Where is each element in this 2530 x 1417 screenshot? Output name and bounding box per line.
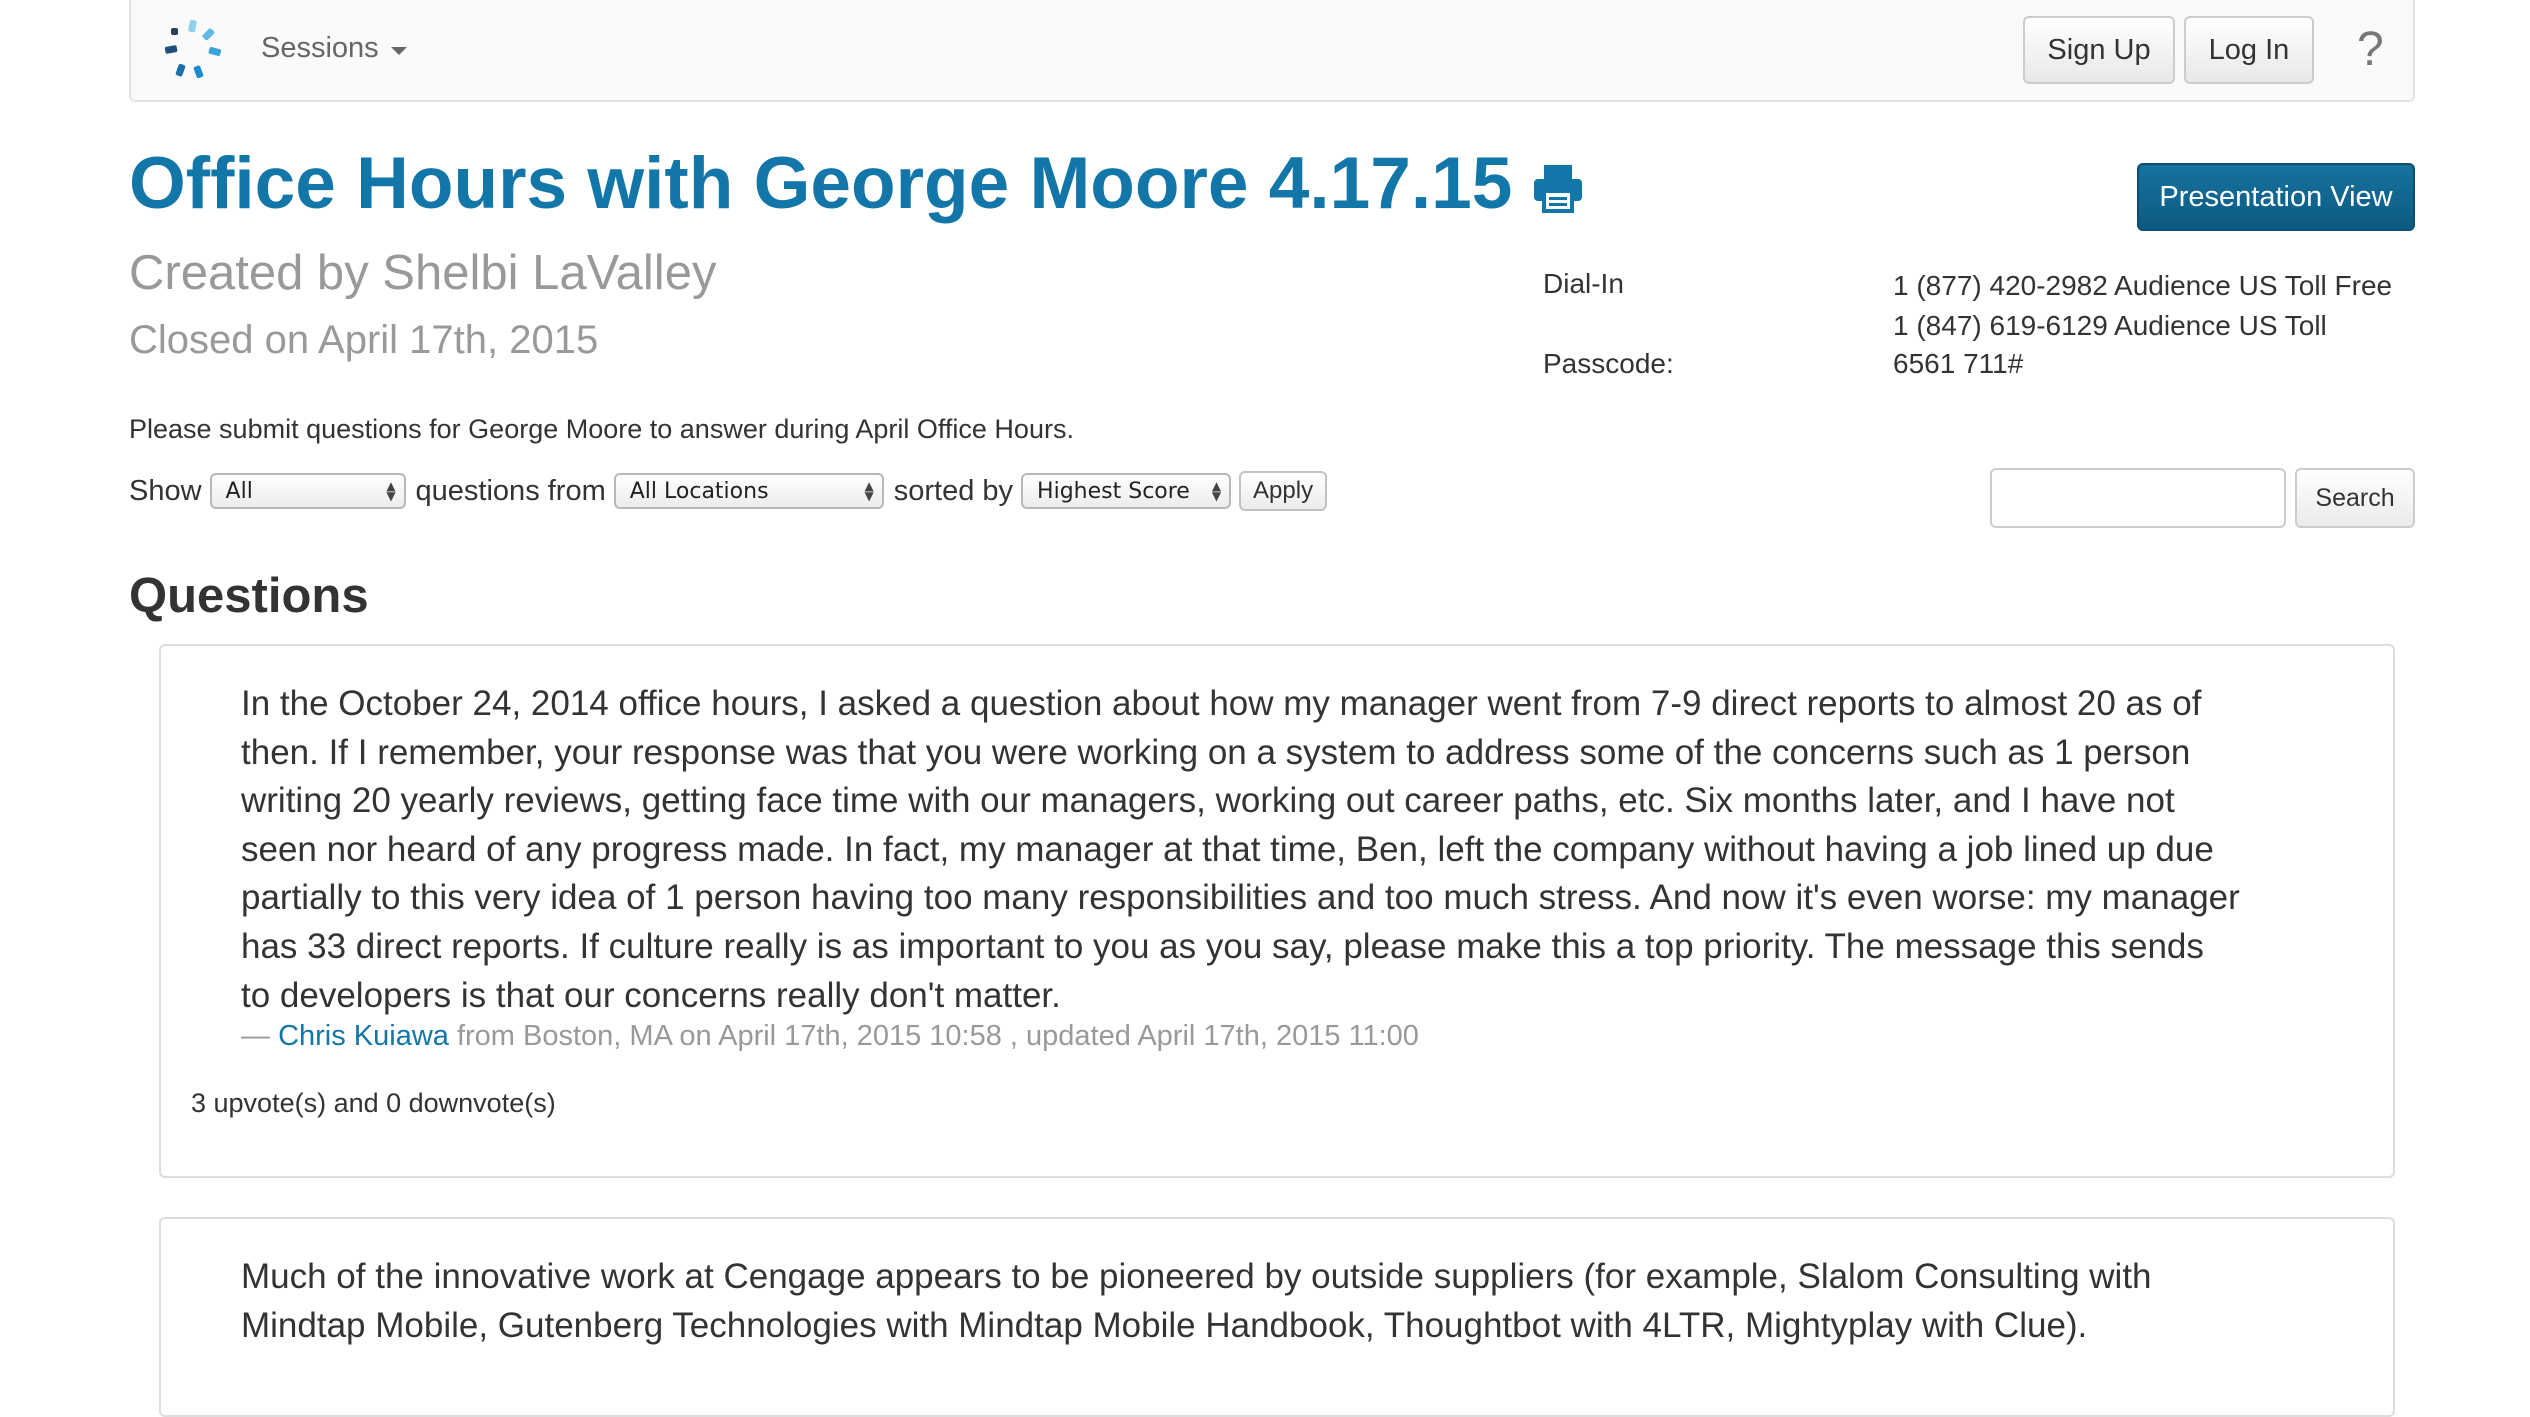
log-in-button[interactable]: Log In: [2184, 16, 2314, 84]
sort-select-value: Highest Score: [1037, 478, 1190, 504]
filter-bar: Show All ▲ ▼ questions from All Locations…: [129, 470, 1328, 512]
author-link[interactable]: Chris Kuiawa: [278, 1020, 449, 1052]
location-select[interactable]: All Locations ▲ ▼: [613, 473, 884, 509]
show-label: Show: [129, 474, 202, 507]
meta-dash: —: [241, 1020, 270, 1052]
session-description: Please submit questions for George Moore…: [129, 414, 1074, 444]
apply-button[interactable]: Apply: [1239, 471, 1328, 511]
page-title: Office Hours with George Moore 4.17.15: [129, 142, 1584, 225]
select-arrows-icon: ▲ ▼: [1211, 479, 1222, 503]
created-by: Created by Shelbi LaValley: [129, 246, 717, 300]
questions-from-label: questions from: [415, 474, 606, 507]
location-select-value: All Locations: [629, 478, 769, 504]
passcode-value: 6561 711#: [1893, 348, 2024, 379]
dial-in-label: Dial-In: [1543, 268, 1624, 299]
closed-on: Closed on April 17th, 2015: [129, 318, 599, 362]
session-title: Office Hours with George Moore 4.17.15: [129, 143, 1513, 224]
app-logo-icon[interactable]: [159, 16, 227, 84]
show-select[interactable]: All ▲ ▼: [209, 473, 406, 509]
dial-in-number: 1 (847) 619-6129 Audience US Toll: [1893, 310, 2327, 341]
select-arrows-icon: ▲ ▼: [386, 479, 396, 503]
chevron-down-icon: [390, 46, 407, 55]
printer-icon[interactable]: [1532, 163, 1584, 213]
search-button[interactable]: Search: [2295, 468, 2415, 528]
sign-up-button[interactable]: Sign Up: [2023, 16, 2175, 84]
question-text: In the October 24, 2014 office hours, I …: [241, 684, 2240, 1015]
vote-count: 3 upvote(s) and 0 downvote(s): [191, 1088, 556, 1118]
question-card: In the October 24, 2014 office hours, I …: [159, 644, 2395, 1178]
show-select-value: All: [225, 478, 253, 504]
dial-in-number: 1 (877) 420-2982 Audience US Toll Free: [1893, 270, 2393, 301]
search-input[interactable]: [1990, 468, 2286, 528]
top-navbar: Sessions Sign Up Log In ?: [129, 0, 2415, 102]
sorted-by-label: sorted by: [893, 474, 1014, 507]
questions-heading: Questions: [129, 569, 369, 623]
passcode-label: Passcode:: [1543, 348, 1674, 379]
sessions-dropdown[interactable]: Sessions: [261, 32, 407, 65]
question-meta: — Chris Kuiawa from Boston, MA on April …: [241, 1020, 1419, 1053]
question-meta-details: from Boston, MA on April 17th, 2015 10:5…: [456, 1020, 1419, 1052]
sessions-label: Sessions: [261, 32, 379, 64]
question-text: Much of the innovative work at Cengage a…: [241, 1257, 2152, 1345]
question-card: Much of the innovative work at Cengage a…: [159, 1217, 2395, 1417]
help-icon[interactable]: ?: [2357, 22, 2384, 77]
select-arrows-icon: ▲ ▼: [864, 479, 874, 503]
sort-select[interactable]: Highest Score ▲ ▼: [1021, 473, 1232, 509]
dial-in-numbers: 1 (877) 420-2982 Audience US Toll Free 1…: [1893, 266, 2392, 346]
presentation-view-button[interactable]: Presentation View: [2137, 163, 2415, 231]
